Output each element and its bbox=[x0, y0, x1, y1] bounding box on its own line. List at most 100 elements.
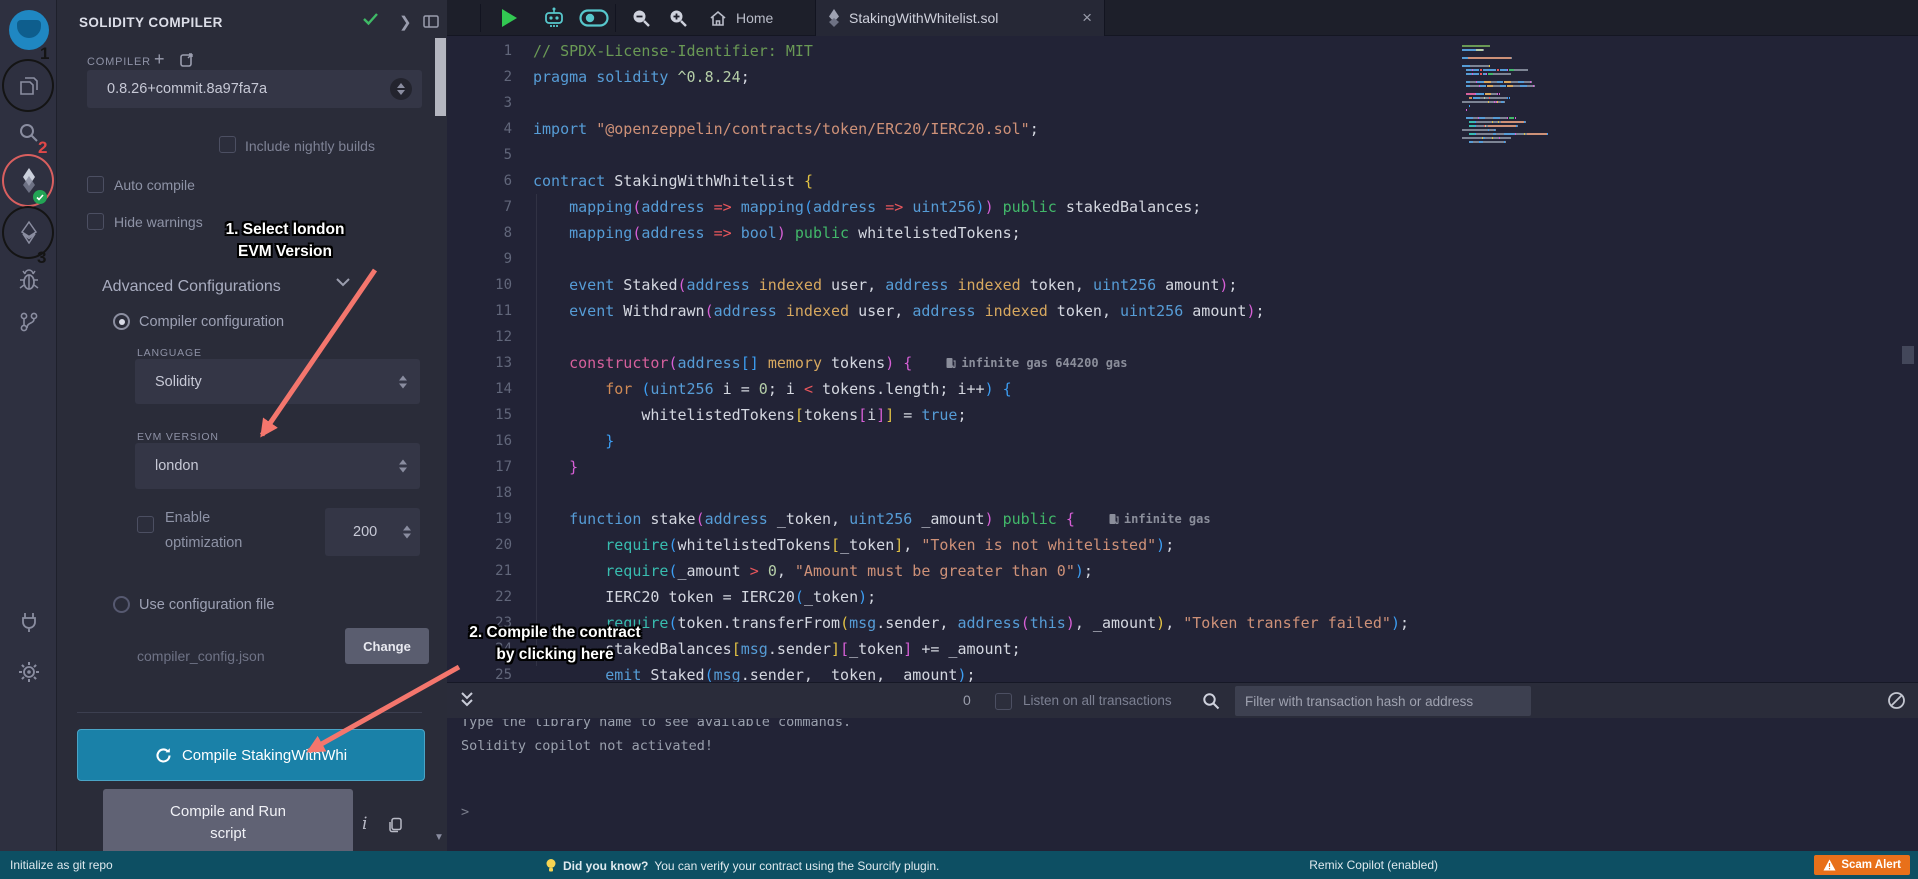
use-configuration-file-radio[interactable] bbox=[113, 596, 130, 613]
copilot-status[interactable]: Remix Copilot (enabled) bbox=[1309, 858, 1438, 872]
file-explorer-icon[interactable] bbox=[0, 74, 57, 98]
copilot-robot-icon[interactable] bbox=[542, 6, 566, 30]
open-compiler-icon[interactable] bbox=[179, 52, 195, 68]
terminal-line2: Solidity copilot not activated! bbox=[461, 738, 713, 754]
auto-compile-label: Auto compile bbox=[114, 177, 195, 193]
code-line[interactable]: 5 bbox=[447, 142, 1918, 168]
copy-icon[interactable] bbox=[387, 817, 403, 833]
editor-minimap[interactable] bbox=[1462, 45, 1548, 145]
did-you-know-tip: Did you know? You can verify your contra… bbox=[545, 858, 939, 873]
compiler-section-label: COMPILER bbox=[87, 56, 151, 68]
panel-scroll-down-icon[interactable]: ▼ bbox=[434, 832, 444, 843]
code-line[interactable]: 8 mapping(address => bool) public whitel… bbox=[447, 220, 1918, 246]
code-line[interactable]: 21 require(_amount > 0, "Amount must be … bbox=[447, 558, 1918, 584]
enable-optimization-checkbox[interactable] bbox=[137, 516, 154, 533]
annotation-1-text: 1. Select london EVM Version bbox=[185, 219, 385, 263]
terminal-search-icon[interactable] bbox=[1202, 692, 1220, 710]
zoom-out-icon[interactable] bbox=[631, 8, 651, 28]
code-line[interactable]: 7 mapping(address => mapping(address => … bbox=[447, 194, 1918, 220]
pin-panel-icon[interactable] bbox=[423, 15, 439, 28]
code-lines: 1// SPDX-License-Identifier: MIT2pragma … bbox=[447, 38, 1918, 682]
code-line[interactable]: 15 whitelistedTokens[tokens[i]] = true; bbox=[447, 402, 1918, 428]
code-line[interactable]: 6contract StakingWithWhitelist { bbox=[447, 168, 1918, 194]
tab-home-label: Home bbox=[736, 10, 773, 26]
terminal-bar: 0 Listen on all transactions bbox=[447, 682, 1918, 718]
code-editor[interactable]: 1// SPDX-License-Identifier: MIT2pragma … bbox=[447, 36, 1918, 682]
copilot-toggle-icon[interactable] bbox=[579, 9, 609, 27]
code-line[interactable]: 13 constructor(address[] memory tokens) … bbox=[447, 350, 1918, 376]
solidity-file-icon bbox=[828, 9, 840, 27]
annotation-2-text: 2. Compile the contract by clicking here bbox=[440, 622, 670, 666]
terminal: 0 Listen on all transactions Type the li… bbox=[447, 682, 1918, 851]
gas-estimate-badge: infinite gas bbox=[1109, 506, 1211, 532]
code-line[interactable]: 18 bbox=[447, 480, 1918, 506]
nightly-builds-checkbox[interactable] bbox=[219, 136, 236, 153]
code-line[interactable]: 1// SPDX-License-Identifier: MIT bbox=[447, 38, 1918, 64]
panel-forward-icon[interactable]: ❯ bbox=[399, 13, 412, 31]
settings-gear-icon[interactable] bbox=[0, 660, 57, 684]
evm-version-label: EVM VERSION bbox=[137, 431, 219, 443]
code-line[interactable]: 4import "@openzeppelin/contracts/token/E… bbox=[447, 116, 1918, 142]
tab-home[interactable]: Home bbox=[695, 0, 787, 36]
transaction-filter-input[interactable] bbox=[1235, 686, 1531, 716]
code-line[interactable]: 16 } bbox=[447, 428, 1918, 454]
language-label: LANGUAGE bbox=[137, 347, 202, 359]
code-line[interactable]: 3 bbox=[447, 90, 1918, 116]
add-compiler-icon[interactable]: + bbox=[154, 49, 165, 70]
enable-optimization-label: Enable optimization bbox=[165, 506, 275, 556]
deploy-run-ethereum-icon[interactable] bbox=[0, 220, 57, 244]
source-control-icon[interactable] bbox=[0, 310, 57, 334]
config-file-name: compiler_config.json bbox=[137, 648, 265, 664]
editor-topbar: Home StakingWithWhitelist.sol × bbox=[447, 0, 1918, 36]
icon-rail: 1 2 3 bbox=[0, 0, 57, 851]
listen-transactions-checkbox[interactable] bbox=[995, 693, 1012, 710]
search-icon[interactable] bbox=[0, 122, 57, 144]
code-line[interactable]: 9 bbox=[447, 246, 1918, 272]
git-init-status[interactable]: Initialize as git repo bbox=[10, 858, 113, 872]
status-bar: Initialize as git repo Did you know? You… bbox=[0, 851, 1918, 879]
code-line[interactable]: 10 event Staked(address indexed user, ad… bbox=[447, 272, 1918, 298]
compiler-configuration-radio[interactable] bbox=[113, 313, 130, 330]
plugin-manager-plug-icon[interactable] bbox=[0, 610, 57, 634]
code-line[interactable]: 14 for (uint256 i = 0; i < tokens.length… bbox=[447, 376, 1918, 402]
lightbulb-icon bbox=[545, 858, 557, 873]
code-line[interactable]: 17 } bbox=[447, 454, 1918, 480]
run-script-play-icon[interactable] bbox=[502, 9, 517, 27]
refresh-icon bbox=[155, 747, 172, 764]
editor-scrollbar-thumb[interactable] bbox=[1902, 346, 1914, 364]
annotation-number-2: 2 bbox=[38, 138, 47, 158]
code-line[interactable]: 2pragma solidity ^0.8.24; bbox=[447, 64, 1918, 90]
scam-alert-badge[interactable]: Scam Alert bbox=[1814, 855, 1910, 875]
compile-success-badge bbox=[33, 190, 47, 204]
compile-and-run-line1: Compile and Run bbox=[103, 801, 353, 823]
optimization-runs-input[interactable]: 200 bbox=[325, 508, 420, 556]
compile-and-run-button[interactable]: Compile and Run script bbox=[103, 789, 353, 851]
remix-ide-window: 1 2 3 SOLIDITY COMPILER ❯ COMPILER + 0.8… bbox=[0, 0, 1918, 879]
debugger-bug-icon[interactable] bbox=[0, 268, 57, 292]
code-line[interactable]: 19 function stake(address _token, uint25… bbox=[447, 506, 1918, 532]
code-line[interactable]: 11 event Withdrawn(address indexed user,… bbox=[447, 298, 1918, 324]
compiler-version-select[interactable]: 0.8.26+commit.8a97fa7a bbox=[87, 70, 422, 108]
tab-file-label: StakingWithWhitelist.sol bbox=[849, 10, 998, 26]
scam-alert-label: Scam Alert bbox=[1841, 859, 1901, 871]
code-line[interactable]: 20 require(whitelistedTokens[_token], "T… bbox=[447, 532, 1918, 558]
hide-warnings-checkbox[interactable] bbox=[87, 213, 104, 230]
auto-compile-checkbox[interactable] bbox=[87, 176, 104, 193]
code-line[interactable]: 22 IERC20 token = IERC20(_token); bbox=[447, 584, 1918, 610]
panel-scrollbar-thumb[interactable] bbox=[435, 38, 446, 116]
terminal-line1-clip: Type the library name to see available c… bbox=[447, 719, 1918, 734]
annotation-number-1: 1 bbox=[40, 44, 49, 64]
transaction-count: 0 bbox=[963, 692, 971, 708]
terminal-prompt[interactable]: > bbox=[461, 804, 469, 820]
tab-close-icon[interactable]: × bbox=[1082, 8, 1092, 28]
gas-estimate-badge: infinite gas 644200 gas bbox=[946, 350, 1127, 376]
solidity-compiler-icon[interactable] bbox=[0, 167, 57, 193]
annotation-arrow-1 bbox=[230, 255, 400, 460]
listen-transactions-label: Listen on all transactions bbox=[1023, 693, 1172, 708]
tab-staking-file[interactable]: StakingWithWhitelist.sol × bbox=[815, 0, 1105, 36]
clear-console-ban-icon[interactable] bbox=[1887, 691, 1906, 710]
language-value: Solidity bbox=[155, 374, 202, 390]
zoom-in-icon[interactable] bbox=[668, 8, 688, 28]
info-icon[interactable]: i bbox=[362, 814, 367, 834]
code-line[interactable]: 12 bbox=[447, 324, 1918, 350]
